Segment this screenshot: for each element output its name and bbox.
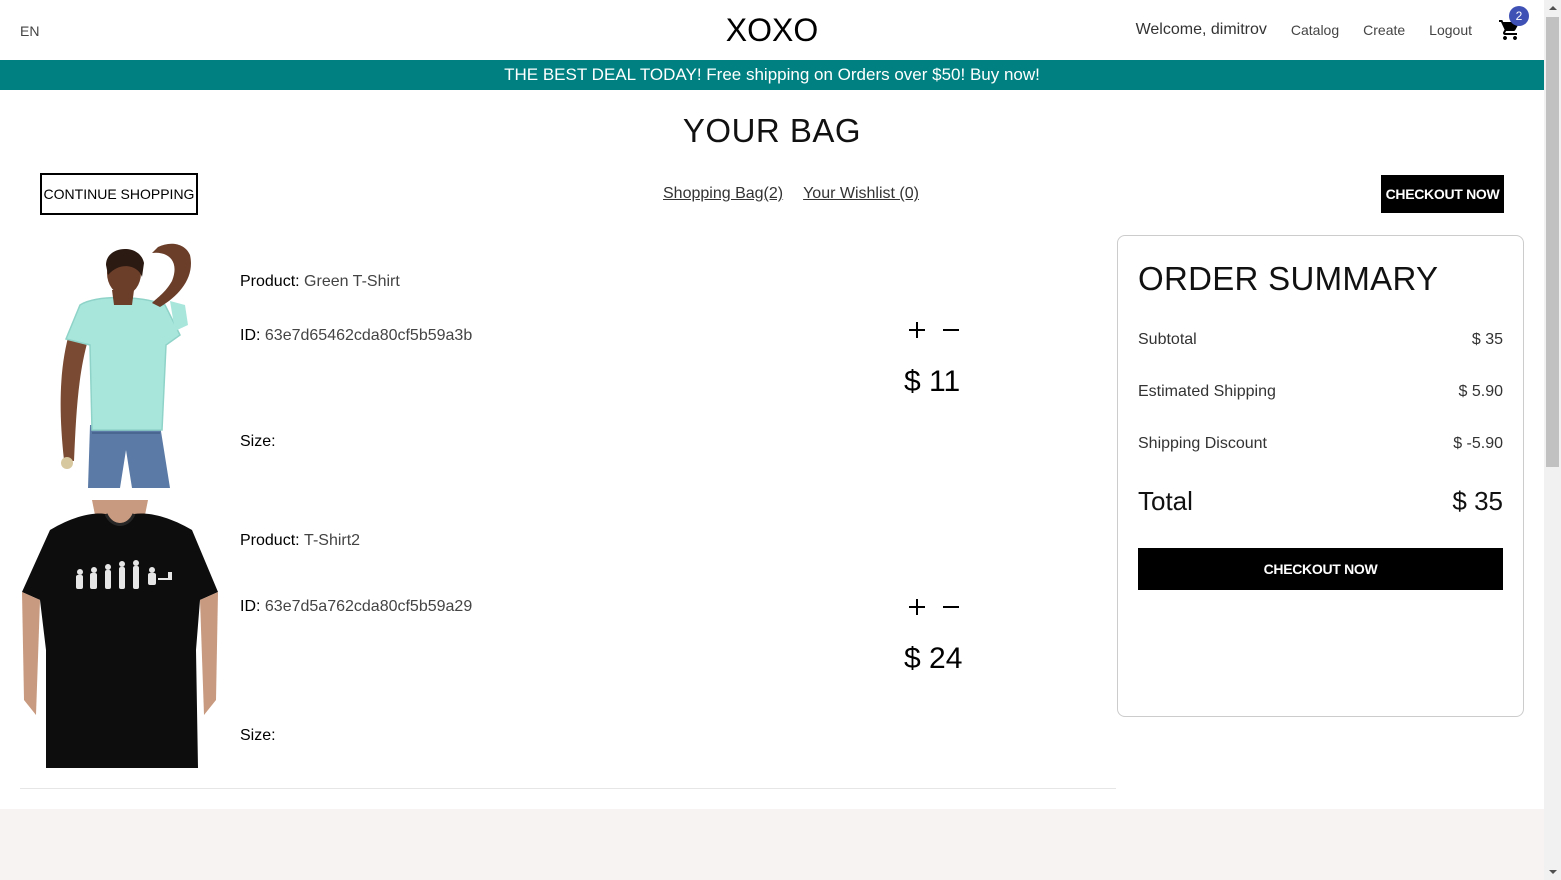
product-label: Product: — [240, 532, 300, 549]
cart-item: Product: Green T-Shirt ID: 63e7d65462cda… — [20, 235, 1116, 488]
product-id-row: ID: 63e7d65462cda80cf5b59a3b — [240, 327, 472, 345]
product-id-row: ID: 63e7d5a762cda80cf5b59a29 — [240, 598, 472, 616]
nav-right: Welcome, dimitrov Catalog Create Logout … — [1135, 0, 1529, 60]
product-image-tshirt2[interactable] — [20, 500, 220, 772]
shopping-bag-link[interactable]: Shopping Bag(2) — [663, 185, 783, 203]
id-label: ID: — [240, 327, 261, 344]
cart-item: Product: T-Shirt2 ID: 63e7d5a762cda80cf5… — [20, 500, 1116, 772]
subtotal-row: Subtotal $ 35 — [1138, 331, 1503, 349]
scrollbar-thumb[interactable] — [1546, 17, 1559, 467]
product-price: $ 24 — [904, 642, 963, 675]
product-name: T-Shirt2 — [304, 532, 361, 549]
subtotal-value: $ 35 — [1471, 331, 1503, 348]
size-label: Size: — [240, 727, 276, 744]
increase-quantity-button[interactable] — [908, 321, 926, 339]
product-id: 63e7d65462cda80cf5b59a3b — [264, 327, 473, 344]
product-size-row: Size: — [240, 433, 276, 451]
product-image-green-tshirt[interactable] — [20, 235, 220, 488]
nav-link-create[interactable]: Create — [1363, 22, 1405, 38]
nav-link-logout[interactable]: Logout — [1429, 22, 1472, 38]
shipping-value: $ 5.90 — [1458, 383, 1503, 400]
items-divider — [20, 788, 1116, 789]
decrease-quantity-button[interactable] — [942, 598, 960, 616]
product-size-row: Size: — [240, 727, 276, 745]
page-scrollbar[interactable] — [1544, 0, 1561, 880]
discount-row: Shipping Discount $ -5.90 — [1138, 435, 1503, 453]
page-title: YOUR BAG — [682, 112, 862, 149]
cart-button[interactable]: 2 — [1498, 6, 1529, 42]
product-id: 63e7d5a762cda80cf5b59a29 — [264, 598, 473, 615]
shipping-row: Estimated Shipping $ 5.90 — [1138, 383, 1503, 401]
decrease-quantity-button[interactable] — [942, 321, 960, 339]
bag-links: Shopping Bag(2) Your Wishlist (0) — [663, 185, 919, 203]
checkout-now-top-button[interactable]: CHECKOUT NOW — [1381, 175, 1504, 213]
subtotal-label: Subtotal — [1138, 331, 1197, 348]
product-name: Green T-Shirt — [304, 273, 400, 290]
quantity-controls — [908, 321, 960, 339]
nav-link-catalog[interactable]: Catalog — [1291, 22, 1339, 38]
shipping-label: Estimated Shipping — [1138, 383, 1276, 400]
product-name-row: Product: Green T-Shirt — [240, 273, 400, 291]
id-label: ID: — [240, 598, 261, 615]
wishlist-link[interactable]: Your Wishlist (0) — [803, 185, 919, 203]
continue-shopping-button[interactable]: CONTINUE SHOPPING — [40, 173, 198, 215]
product-name-row: Product: T-Shirt2 — [240, 532, 360, 550]
increase-quantity-button[interactable] — [908, 598, 926, 616]
product-label: Product: — [240, 273, 300, 290]
scroll-down-arrow-icon[interactable] — [1544, 863, 1561, 880]
scroll-up-arrow-icon[interactable] — [1544, 0, 1561, 17]
welcome-text: Welcome, dimitrov — [1135, 21, 1267, 38]
total-row: Total $ 35 — [1138, 486, 1503, 517]
checkout-now-button[interactable]: CHECKOUT NOW — [1138, 548, 1503, 590]
product-price: $ 11 — [904, 365, 961, 398]
order-summary-title: ORDER SUMMARY — [1138, 260, 1439, 297]
cart-count-badge: 2 — [1509, 6, 1529, 26]
footer — [0, 809, 1544, 880]
total-value: $ 35 — [1452, 486, 1503, 516]
page: EN XOXO Welcome, dimitrov Catalog Create… — [0, 0, 1544, 880]
total-label: Total — [1138, 486, 1193, 516]
discount-value: $ -5.90 — [1453, 435, 1503, 452]
size-label: Size: — [240, 433, 276, 450]
quantity-controls — [908, 598, 960, 616]
announcement-bar: THE BEST DEAL TODAY! Free shipping on Or… — [0, 60, 1544, 90]
order-summary: ORDER SUMMARY Subtotal $ 35 Estimated Sh… — [1117, 235, 1524, 717]
discount-label: Shipping Discount — [1138, 435, 1267, 452]
navbar: EN XOXO Welcome, dimitrov Catalog Create… — [0, 0, 1544, 60]
